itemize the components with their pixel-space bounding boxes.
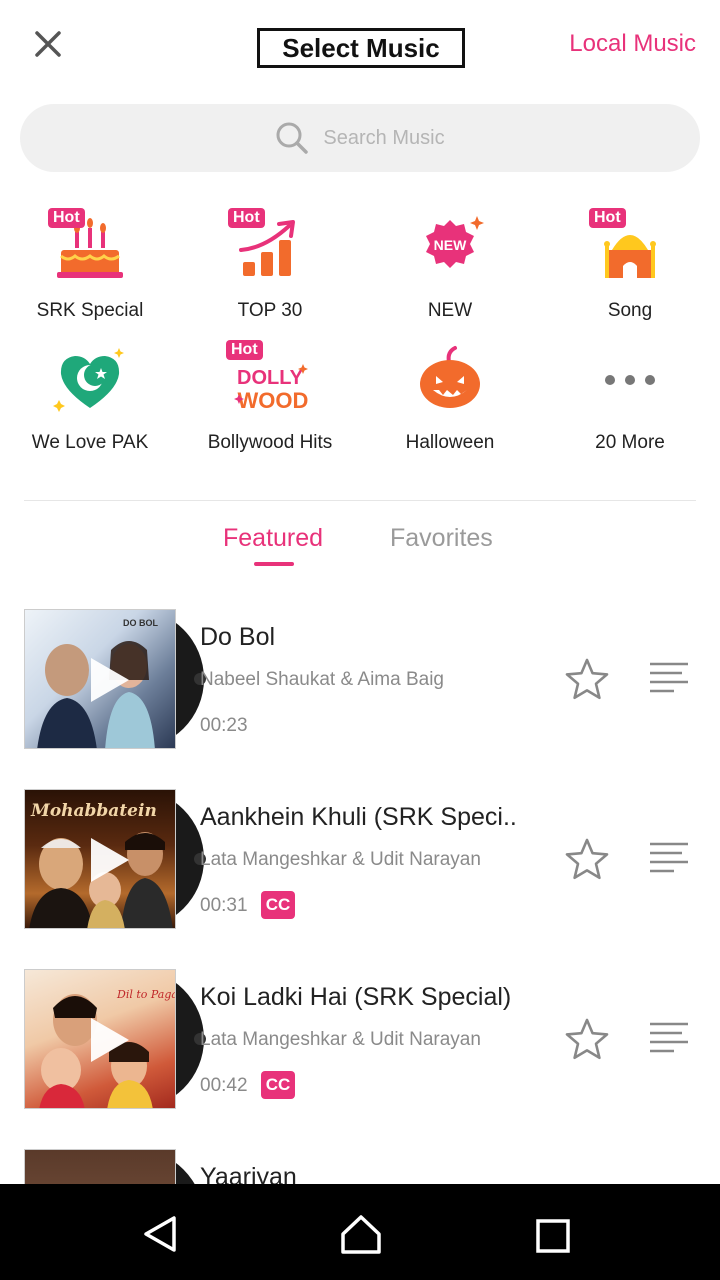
hot-badge: Hot [228, 208, 265, 228]
category-label: Halloween [405, 432, 495, 453]
category-halloween[interactable]: Halloween [360, 338, 540, 454]
album-cover-text: Mohabbatein [30, 801, 157, 821]
drag-handle-icon[interactable] [648, 839, 690, 875]
album-art: DO BOL [24, 609, 176, 749]
album-cover-text: Dil to Pagal Hai [116, 988, 176, 1001]
category-srk-special[interactable]: Hot SRK Special [0, 206, 180, 322]
category-label: SRK Special [36, 300, 144, 321]
close-icon [35, 31, 61, 57]
category-label: We Love PAK [31, 432, 149, 453]
song-cover[interactable]: DO BOL [24, 609, 206, 749]
category-more[interactable]: 20 More [540, 338, 720, 454]
category-bollywood-hits[interactable]: DOLLY WOOD Hot Bollywood Hits [180, 338, 360, 454]
system-nav-bar [0, 1184, 720, 1280]
pumpkin-icon [420, 346, 480, 408]
album-art: Dil to Pagal Hai [24, 969, 176, 1109]
category-label: Song [607, 300, 653, 321]
play-icon [91, 838, 129, 882]
category-top-30[interactable]: Hot TOP 30 [180, 206, 360, 322]
category-we-love-pak[interactable]: We Love PAK [0, 338, 180, 454]
tab-favorites[interactable]: Favorites [390, 524, 493, 553]
header: Select Music Local Music [0, 0, 720, 92]
favorite-star-icon[interactable] [564, 837, 610, 881]
song-title: Do Bol [200, 623, 276, 651]
album-art [24, 1149, 176, 1184]
hot-badge: Hot [48, 208, 85, 228]
album-cover-text: DO BOL [123, 618, 159, 628]
cc-badge: CC [261, 891, 295, 919]
song-cover[interactable]: Mohabbatein [24, 789, 206, 929]
more-dots-icon [605, 375, 655, 385]
song-artist: Lata Mangeshkar & Udit Narayan [200, 1029, 481, 1050]
category-label: Bollywood Hits [207, 432, 333, 453]
bollywood-logo-text-1: DOLLY [237, 367, 304, 389]
play-icon [91, 1018, 129, 1062]
drag-handle-icon[interactable] [648, 659, 690, 695]
song-duration: 00:31 [200, 895, 248, 916]
close-button[interactable] [30, 26, 66, 62]
tab-featured[interactable]: Featured [223, 524, 323, 553]
page-title: Select Music [257, 28, 465, 68]
search-icon [276, 122, 309, 154]
hot-badge: Hot [589, 208, 626, 228]
search-placeholder: Search Music [323, 126, 445, 149]
local-music-button[interactable]: Local Music [569, 30, 696, 58]
song-row[interactable]: Yaariyan [0, 1149, 720, 1184]
drag-handle-icon[interactable] [648, 1019, 690, 1055]
active-tab-indicator [254, 562, 294, 566]
song-title: Koi Ladki Hai (SRK Special) [200, 983, 512, 1011]
category-new[interactable]: NEW NEW [360, 206, 540, 322]
category-song[interactable]: Hot Song [540, 206, 720, 322]
new-badge-text: NEW [434, 237, 467, 253]
favorite-star-icon[interactable] [564, 1017, 610, 1061]
song-row[interactable]: Dil to Pagal Hai Koi Ladki Hai (SRK Spec… [0, 969, 720, 1109]
bollywood-logo-text-2: WOOD [238, 388, 309, 413]
back-icon[interactable] [140, 1214, 180, 1254]
song-title: Aankhein Khuli (SRK Speci.. [200, 803, 517, 831]
song-row[interactable]: DO BOL Do Bol Nabeel Shaukat & Aima Baig… [0, 609, 720, 749]
song-row[interactable]: Mohabbatein Aankhein Khuli (SRK Speci.. … [0, 789, 720, 929]
song-duration: 00:23 [200, 715, 248, 736]
new-badge-icon: NEW [426, 216, 484, 268]
search-input[interactable]: Search Music [20, 104, 700, 172]
song-artist: Nabeel Shaukat & Aima Baig [200, 669, 444, 690]
recents-icon[interactable] [535, 1218, 571, 1254]
category-label: NEW [427, 300, 473, 321]
divider [24, 500, 696, 501]
pakistan-heart-icon [53, 348, 124, 412]
hot-badge: Hot [226, 340, 263, 360]
song-cover[interactable]: Dil to Pagal Hai [24, 969, 206, 1109]
song-artist: Lata Mangeshkar & Udit Narayan [200, 849, 481, 870]
song-duration: 00:42 [200, 1075, 248, 1096]
favorite-star-icon[interactable] [564, 657, 610, 701]
song-title: Yaariyan [200, 1163, 297, 1184]
cc-badge: CC [261, 1071, 295, 1099]
home-icon[interactable] [338, 1212, 384, 1256]
song-cover[interactable] [24, 1149, 204, 1184]
album-art: Mohabbatein [24, 789, 176, 929]
play-icon [91, 658, 129, 702]
category-label: TOP 30 [237, 300, 303, 321]
category-label: 20 More [595, 432, 665, 453]
